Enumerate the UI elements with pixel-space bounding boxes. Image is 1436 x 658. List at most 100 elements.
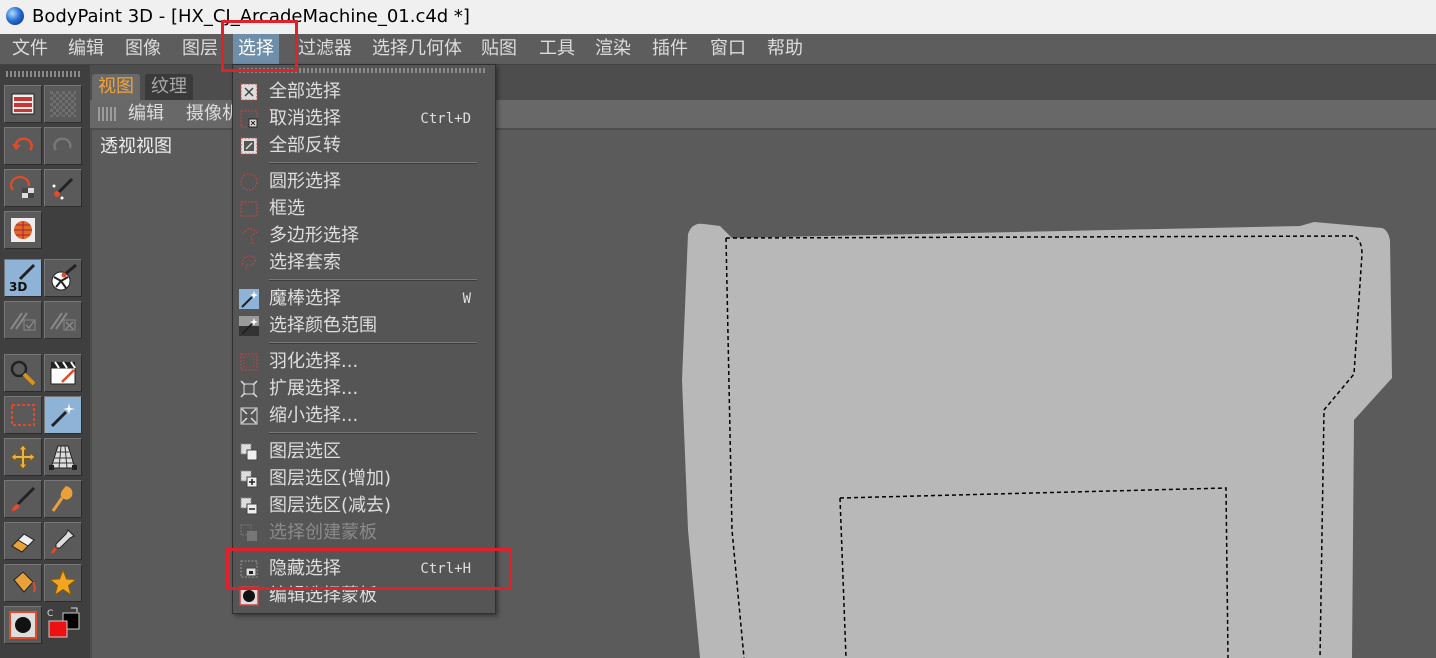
move-tool-icon[interactable]	[4, 438, 42, 476]
menu-item-label: 选择颜色范围	[269, 315, 377, 336]
menu-item-label: 圆形选择	[269, 171, 341, 192]
tab-texture[interactable]: 纹理	[145, 74, 193, 100]
menu-item-feather-selection[interactable]: 羽化选择...	[233, 349, 495, 375]
window-titlebar: BodyPaint 3D - [HX_CJ_ArcadeMachine_01.c…	[0, 0, 1436, 34]
star-shape-icon[interactable]	[44, 564, 82, 602]
menu-item-layer-selection-subtract[interactable]: 图层选区(减去)	[233, 493, 495, 519]
menu-item-label: 图层选区(减去)	[269, 495, 392, 516]
menu-item-label: 编辑选择蒙板	[269, 585, 377, 606]
projection-x-icon[interactable]	[44, 301, 82, 339]
menu-item-select-all[interactable]: 全部选择	[233, 79, 495, 105]
polygon-select-icon	[238, 225, 260, 247]
paint-setup-icon[interactable]	[4, 169, 42, 207]
brush-tool-icon[interactable]	[4, 480, 42, 518]
menu-select[interactable]: 选择	[233, 34, 279, 64]
menu-image[interactable]: 图像	[120, 34, 166, 64]
magic-wand-tool-icon[interactable]	[44, 396, 82, 434]
svg-text:3D: 3D	[9, 280, 27, 293]
menu-render[interactable]: 渲染	[590, 34, 636, 64]
menu-edit[interactable]: 编辑	[63, 34, 109, 64]
3d-paint-icon[interactable]: 3D	[4, 259, 42, 297]
menu-item-label: 缩小选择...	[269, 405, 359, 426]
menu-item-label: 选择创建蒙板	[269, 522, 377, 543]
menu-item-shortcut: Ctrl+D	[420, 111, 471, 127]
color-swatches-icon[interactable]: C	[44, 606, 82, 644]
view-menu-edit[interactable]: 编辑	[128, 100, 164, 128]
lasso-icon	[238, 252, 260, 274]
menu-item-lasso[interactable]: 选择套索	[233, 250, 495, 276]
circle-select-icon	[238, 171, 260, 193]
menu-item-label: 图层选区	[269, 441, 341, 462]
menu-item-edit-mask[interactable]: 编辑选择蒙板	[233, 583, 495, 609]
menu-item-label: 框选	[269, 198, 305, 219]
menu-layer[interactable]: 图层	[177, 34, 223, 64]
rect-select-tool-icon[interactable]	[4, 396, 42, 434]
rectangle-select-icon	[238, 198, 260, 220]
menu-select-geometry[interactable]: 选择几何体	[367, 34, 467, 64]
eyedropper-tool-icon[interactable]	[44, 522, 82, 560]
color-range-icon	[238, 315, 260, 337]
texture-sphere-icon[interactable]	[4, 211, 42, 249]
viewport-label: 透视视图	[100, 136, 172, 157]
menu-separator	[269, 549, 477, 551]
checker-icon[interactable]	[44, 85, 82, 123]
menu-file[interactable]: 文件	[7, 34, 53, 64]
menu-item-invert-selection[interactable]: 全部反转	[233, 133, 495, 159]
menu-item-magic-wand[interactable]: 魔棒选择 W	[233, 286, 495, 312]
menu-item-layer-selection[interactable]: 图层选区	[233, 439, 495, 465]
menu-item-label: 魔棒选择	[269, 288, 341, 309]
layer-manager-icon[interactable]	[4, 85, 42, 123]
magic-wand-icon	[238, 288, 260, 310]
eraser-tool-icon[interactable]	[4, 522, 42, 560]
menu-item-deselect[interactable]: 取消选择 Ctrl+D	[233, 106, 495, 132]
menu-item-label: 全部反转	[269, 135, 341, 156]
menu-filter[interactable]: 过滤器	[293, 34, 357, 64]
tab-view[interactable]: 视图	[92, 74, 140, 100]
menu-tools[interactable]: 工具	[534, 34, 580, 64]
menu-item-label: 隐藏选择	[269, 558, 341, 579]
svg-text:C: C	[47, 609, 53, 619]
hide-selection-icon	[238, 558, 260, 580]
menu-plugins[interactable]: 插件	[647, 34, 693, 64]
menu-separator	[269, 162, 477, 164]
toolbar-grip[interactable]	[98, 107, 116, 121]
menu-item-rectangle-select[interactable]: 框选	[233, 196, 495, 222]
menu-item-polygon-select[interactable]: 多边形选择	[233, 223, 495, 249]
menu-item-shortcut: W	[462, 291, 471, 307]
select-menu-dropdown: 全部选择 取消选择 Ctrl+D 全部反转 圆形选择 框选 多边形选择 选择套索…	[232, 64, 496, 614]
redo-icon[interactable]	[44, 127, 82, 165]
menu-item-hide-selection[interactable]: 隐藏选择 Ctrl+H	[233, 556, 495, 582]
menu-item-label: 图层选区(增加)	[269, 468, 392, 489]
projection-check-icon[interactable]	[4, 301, 42, 339]
tool-palette: 3D C	[0, 65, 90, 658]
menu-item-color-range[interactable]: 选择颜色范围	[233, 313, 495, 339]
paint-sphere-icon[interactable]	[44, 259, 82, 297]
menu-help[interactable]: 帮助	[762, 34, 808, 64]
menu-item-create-mask: 选择创建蒙板	[233, 520, 495, 546]
brush-sparkle-icon[interactable]	[44, 169, 82, 207]
menu-item-label: 取消选择	[269, 108, 341, 129]
transform-tool-icon[interactable]	[44, 438, 82, 476]
menu-window[interactable]: 窗口	[705, 34, 751, 64]
menu-separator	[269, 432, 477, 434]
menu-texture[interactable]: 贴图	[476, 34, 522, 64]
edit-mask-icon	[238, 585, 260, 607]
layer-selection-add-icon	[238, 468, 260, 490]
menu-item-layer-selection-add[interactable]: 图层选区(增加)	[233, 466, 495, 492]
quick-mask-icon[interactable]	[4, 606, 42, 644]
menu-item-shrink-selection[interactable]: 缩小选择...	[233, 403, 495, 429]
menu-tearoff-grip[interactable]	[239, 68, 487, 73]
fill-bucket-icon[interactable]	[4, 564, 42, 602]
menu-item-circle-select[interactable]: 圆形选择	[233, 169, 495, 195]
menu-item-label: 多边形选择	[269, 225, 359, 246]
clapper-icon[interactable]	[44, 354, 82, 392]
zoom-icon[interactable]	[4, 354, 42, 392]
layer-selection-icon	[238, 441, 260, 463]
menu-item-expand-selection[interactable]: 扩展选择...	[233, 376, 495, 402]
smudge-tool-icon[interactable]	[44, 480, 82, 518]
bodypaint-app-icon	[6, 7, 24, 25]
menu-separator	[269, 279, 477, 281]
undo-icon[interactable]	[4, 127, 42, 165]
create-mask-icon	[238, 522, 260, 544]
palette-grip[interactable]	[6, 71, 80, 77]
